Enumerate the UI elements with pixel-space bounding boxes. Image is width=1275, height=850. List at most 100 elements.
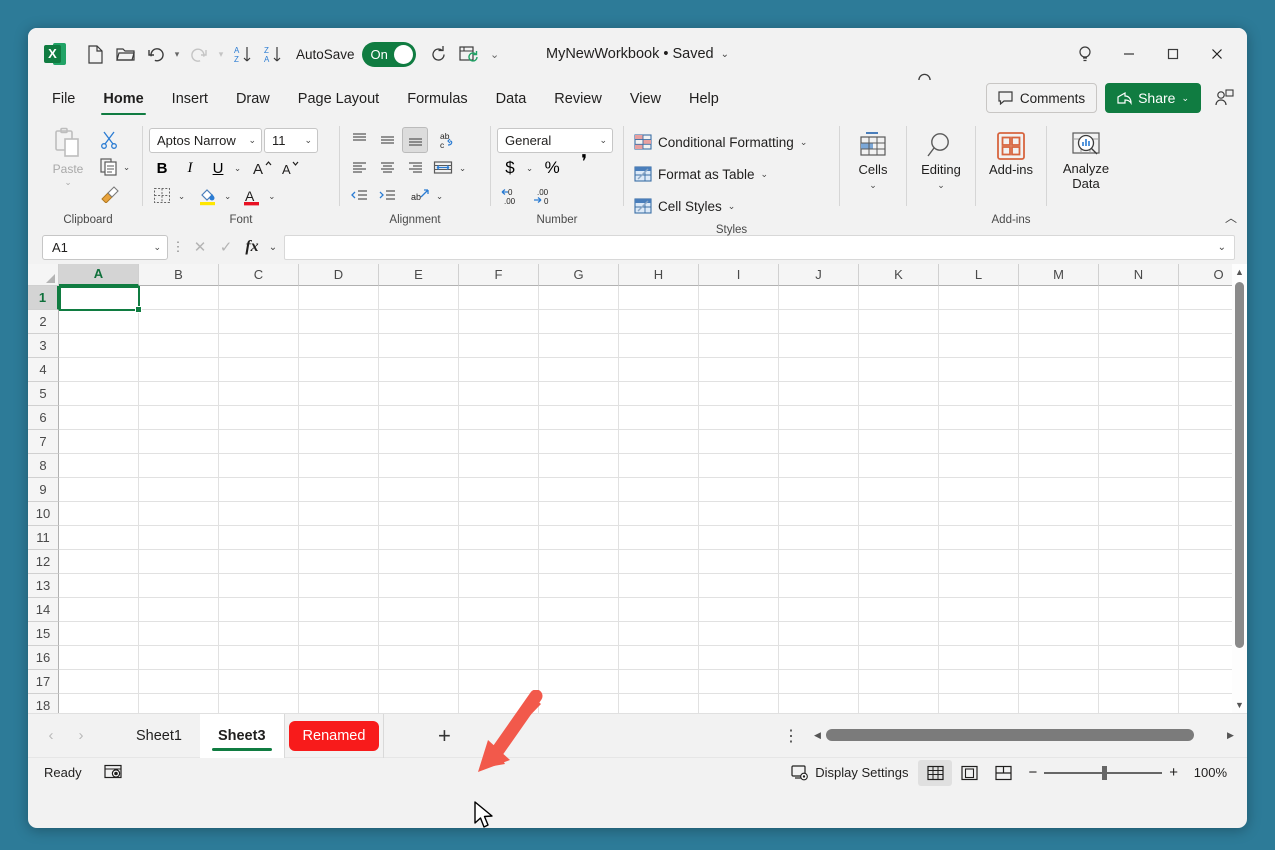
name-box[interactable]: A1 ⌄ [42, 235, 168, 260]
conditional-formatting-button[interactable]: Conditional Formatting ⌄ [630, 127, 811, 157]
cell-J15[interactable] [779, 622, 859, 646]
cell-B11[interactable] [139, 526, 219, 550]
cell-D1[interactable] [299, 286, 379, 310]
cell-K11[interactable] [859, 526, 939, 550]
cell-K10[interactable] [859, 502, 939, 526]
chevron-down-icon[interactable]: ⌄ [268, 191, 275, 202]
cell-A18[interactable] [59, 694, 139, 713]
cell-L11[interactable] [939, 526, 1019, 550]
cell-J1[interactable] [779, 286, 859, 310]
row-header-2[interactable]: 2 [28, 310, 59, 334]
cell-J8[interactable] [779, 454, 859, 478]
cell-E14[interactable] [379, 598, 459, 622]
currency-button[interactable]: $ [497, 155, 523, 181]
cell-N3[interactable] [1099, 334, 1179, 358]
cell-E7[interactable] [379, 430, 459, 454]
cell-N1[interactable] [1099, 286, 1179, 310]
cell-J6[interactable] [779, 406, 859, 430]
cell-K17[interactable] [859, 670, 939, 694]
cell-L8[interactable] [939, 454, 1019, 478]
cell-H13[interactable] [619, 574, 699, 598]
column-header-G[interactable]: G [539, 264, 619, 286]
cell-G16[interactable] [539, 646, 619, 670]
decrease-font-size-button[interactable]: A [277, 155, 303, 181]
bold-button[interactable]: B [149, 155, 175, 181]
cell-D5[interactable] [299, 382, 379, 406]
row-header-14[interactable]: 14 [28, 598, 59, 622]
align-center-icon[interactable] [374, 155, 400, 181]
align-left-icon[interactable] [346, 155, 372, 181]
cell-K9[interactable] [859, 478, 939, 502]
cell-M10[interactable] [1019, 502, 1099, 526]
cell-A8[interactable] [59, 454, 139, 478]
cell-K2[interactable] [859, 310, 939, 334]
cell-I11[interactable] [699, 526, 779, 550]
cell-G14[interactable] [539, 598, 619, 622]
cell-C17[interactable] [219, 670, 299, 694]
cell-E2[interactable] [379, 310, 459, 334]
cell-C1[interactable] [219, 286, 299, 310]
cell-K4[interactable] [859, 358, 939, 382]
cell-L15[interactable] [939, 622, 1019, 646]
cell-C8[interactable] [219, 454, 299, 478]
cell-I15[interactable] [699, 622, 779, 646]
cell-H9[interactable] [619, 478, 699, 502]
zoom-level-label[interactable]: 100% [1185, 765, 1227, 780]
cell-K6[interactable] [859, 406, 939, 430]
add-sheet-button[interactable]: + [423, 714, 465, 758]
cell-F7[interactable] [459, 430, 539, 454]
sort-za-icon[interactable]: ZA [258, 39, 288, 69]
cell-E17[interactable] [379, 670, 459, 694]
cell-B3[interactable] [139, 334, 219, 358]
cell-C16[interactable] [219, 646, 299, 670]
cell-B1[interactable] [139, 286, 219, 310]
cell-C11[interactable] [219, 526, 299, 550]
ribbon-tab-view[interactable]: View [616, 80, 675, 117]
cell-E8[interactable] [379, 454, 459, 478]
cell-G12[interactable] [539, 550, 619, 574]
cell-D13[interactable] [299, 574, 379, 598]
cell-G13[interactable] [539, 574, 619, 598]
cell-D9[interactable] [299, 478, 379, 502]
cell-H6[interactable] [619, 406, 699, 430]
row-header-17[interactable]: 17 [28, 670, 59, 694]
cell-M7[interactable] [1019, 430, 1099, 454]
cell-I8[interactable] [699, 454, 779, 478]
column-header-H[interactable]: H [619, 264, 699, 286]
cell-M14[interactable] [1019, 598, 1099, 622]
collapse-ribbon-icon[interactable]: ︿ [1225, 209, 1237, 226]
cell-B14[interactable] [139, 598, 219, 622]
zoom-in-button[interactable]: + [1169, 764, 1178, 781]
cell-L10[interactable] [939, 502, 1019, 526]
ribbon-tab-data[interactable]: Data [482, 80, 541, 117]
row-header-15[interactable]: 15 [28, 622, 59, 646]
column-header-I[interactable]: I [699, 264, 779, 286]
open-folder-icon[interactable] [110, 39, 140, 69]
refresh-icon[interactable] [424, 39, 454, 69]
cell-F14[interactable] [459, 598, 539, 622]
scroll-left-icon[interactable]: ◀ [809, 730, 826, 741]
column-header-M[interactable]: M [1019, 264, 1099, 286]
expand-formula-bar-icon[interactable]: ⌄ [1218, 242, 1226, 253]
column-header-N[interactable]: N [1099, 264, 1179, 286]
cell-D6[interactable] [299, 406, 379, 430]
format-as-table-button[interactable]: Format as Table ⌄ [630, 159, 811, 189]
decrease-decimal-icon[interactable]: .000 [529, 183, 559, 209]
cell-L4[interactable] [939, 358, 1019, 382]
cell-L2[interactable] [939, 310, 1019, 334]
document-title-area[interactable]: MyNewWorkbook • Saved ⌄ [546, 46, 729, 62]
cell-I14[interactable] [699, 598, 779, 622]
cell-N7[interactable] [1099, 430, 1179, 454]
cell-H10[interactable] [619, 502, 699, 526]
vertical-scroll-thumb[interactable] [1235, 282, 1244, 648]
cell-H5[interactable] [619, 382, 699, 406]
chevron-down-icon[interactable]: ⌄ [436, 191, 443, 202]
column-header-C[interactable]: C [219, 264, 299, 286]
ribbon-tab-help[interactable]: Help [675, 80, 733, 117]
cell-N16[interactable] [1099, 646, 1179, 670]
cell-H12[interactable] [619, 550, 699, 574]
row-header-16[interactable]: 16 [28, 646, 59, 670]
sheet-tab-renamed[interactable]: Renamed [284, 714, 384, 758]
cell-K14[interactable] [859, 598, 939, 622]
editing-button[interactable]: Editing ⌄ [913, 125, 969, 191]
